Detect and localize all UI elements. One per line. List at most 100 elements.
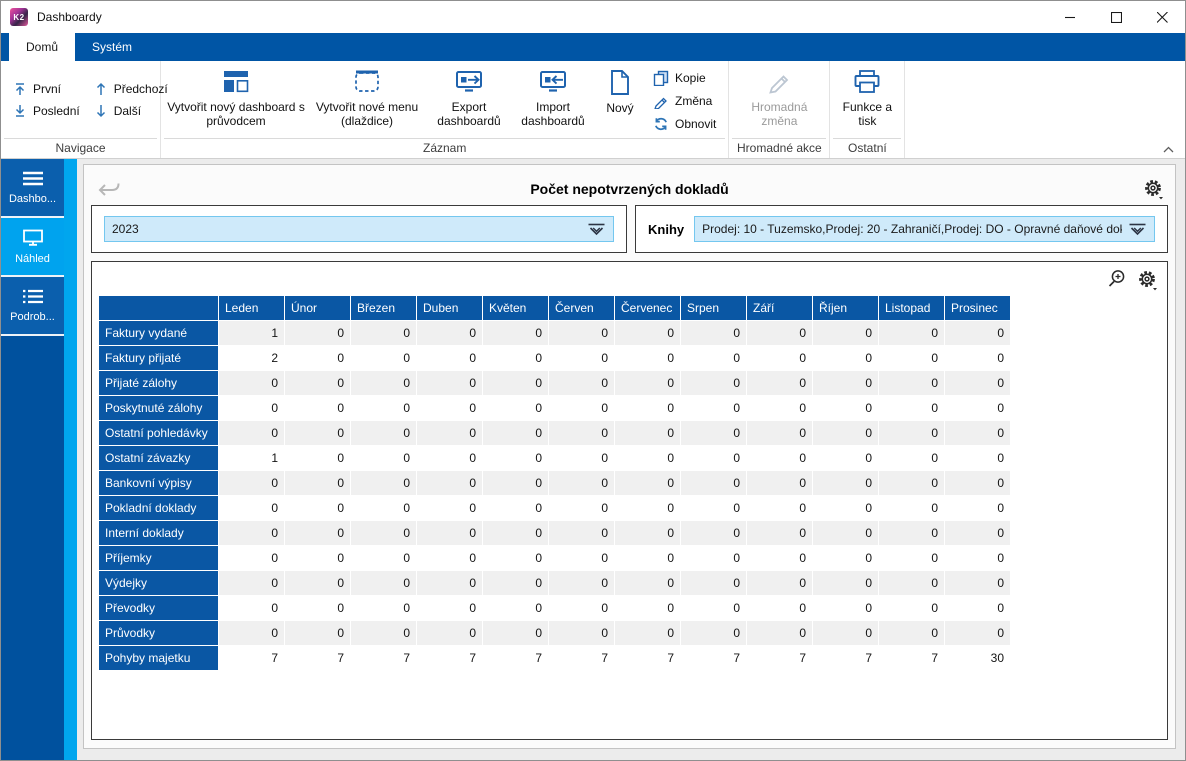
table-cell[interactable]: 0 bbox=[285, 496, 350, 520]
table-cell[interactable]: 0 bbox=[681, 621, 746, 645]
maximize-button[interactable] bbox=[1093, 1, 1139, 33]
table-cell[interactable]: 7 bbox=[747, 646, 812, 670]
table-cell[interactable]: 7 bbox=[879, 646, 944, 670]
table-cell[interactable]: 30 bbox=[945, 646, 1010, 670]
table-cell[interactable]: 0 bbox=[351, 446, 416, 470]
table-cell[interactable]: 0 bbox=[351, 571, 416, 595]
table-cell[interactable]: 0 bbox=[285, 471, 350, 495]
table-cell[interactable]: 0 bbox=[879, 596, 944, 620]
table-cell[interactable]: 0 bbox=[285, 521, 350, 545]
table-cell[interactable]: 0 bbox=[219, 571, 284, 595]
table-cell[interactable]: 0 bbox=[285, 621, 350, 645]
table-cell[interactable]: 0 bbox=[351, 521, 416, 545]
table-cell[interactable]: 0 bbox=[549, 496, 614, 520]
table-cell[interactable]: 0 bbox=[351, 621, 416, 645]
table-cell[interactable]: 0 bbox=[417, 596, 482, 620]
table-cell[interactable]: 7 bbox=[813, 646, 878, 670]
table-cell[interactable]: 0 bbox=[681, 396, 746, 420]
table-cell[interactable]: 0 bbox=[483, 371, 548, 395]
table-cell[interactable]: 0 bbox=[681, 571, 746, 595]
table-cell[interactable]: 0 bbox=[615, 396, 680, 420]
close-button[interactable] bbox=[1139, 1, 1185, 33]
table-cell[interactable]: 0 bbox=[747, 496, 812, 520]
table-cell[interactable]: 0 bbox=[615, 421, 680, 445]
table-cell[interactable]: 0 bbox=[483, 446, 548, 470]
table-cell[interactable]: 0 bbox=[549, 521, 614, 545]
table-cell[interactable]: 7 bbox=[681, 646, 746, 670]
table-cell[interactable]: 0 bbox=[747, 571, 812, 595]
table-cell[interactable]: 0 bbox=[417, 496, 482, 520]
table-cell[interactable]: 0 bbox=[549, 546, 614, 570]
table-cell[interactable]: 0 bbox=[549, 421, 614, 445]
table-cell[interactable]: 0 bbox=[483, 321, 548, 345]
year-dropdown[interactable]: 2023 bbox=[104, 216, 614, 242]
table-cell[interactable]: 0 bbox=[285, 346, 350, 370]
table-cell[interactable]: 0 bbox=[351, 596, 416, 620]
table-cell[interactable]: 0 bbox=[813, 496, 878, 520]
table-cell[interactable]: 0 bbox=[219, 496, 284, 520]
table-cell[interactable]: 0 bbox=[285, 371, 350, 395]
table-cell[interactable]: 0 bbox=[549, 471, 614, 495]
table-cell[interactable]: 0 bbox=[945, 496, 1010, 520]
table-cell[interactable]: 0 bbox=[879, 471, 944, 495]
table-cell[interactable]: 2 bbox=[219, 346, 284, 370]
table-cell[interactable]: 1 bbox=[219, 321, 284, 345]
table-cell[interactable]: 0 bbox=[615, 446, 680, 470]
table-cell[interactable]: 0 bbox=[483, 471, 548, 495]
table-cell[interactable]: 0 bbox=[351, 546, 416, 570]
table-cell[interactable]: 7 bbox=[351, 646, 416, 670]
change-button[interactable]: Změna bbox=[653, 93, 716, 109]
table-cell[interactable]: 0 bbox=[747, 396, 812, 420]
table-cell[interactable]: 0 bbox=[945, 571, 1010, 595]
back-button[interactable] bbox=[96, 179, 122, 199]
ribbon-collapse-button[interactable] bbox=[1163, 146, 1174, 153]
sidebar-item-dashboardy[interactable]: Dashbo... bbox=[1, 159, 64, 218]
table-cell[interactable]: 0 bbox=[813, 346, 878, 370]
table-cell[interactable]: 0 bbox=[681, 546, 746, 570]
table-cell[interactable]: 0 bbox=[681, 521, 746, 545]
table-settings-button[interactable] bbox=[1137, 269, 1159, 291]
table-cell[interactable]: 0 bbox=[945, 321, 1010, 345]
table-cell[interactable]: 0 bbox=[945, 446, 1010, 470]
table-cell[interactable]: 0 bbox=[681, 446, 746, 470]
table-cell[interactable]: 0 bbox=[813, 546, 878, 570]
last-button[interactable]: Poslední bbox=[13, 104, 80, 118]
table-cell[interactable]: 0 bbox=[219, 471, 284, 495]
table-cell[interactable]: 0 bbox=[285, 596, 350, 620]
table-cell[interactable]: 1 bbox=[219, 446, 284, 470]
table-cell[interactable]: 0 bbox=[417, 396, 482, 420]
table-cell[interactable]: 0 bbox=[219, 621, 284, 645]
table-cell[interactable]: 0 bbox=[681, 596, 746, 620]
table-cell[interactable]: 7 bbox=[615, 646, 680, 670]
table-cell[interactable]: 0 bbox=[285, 321, 350, 345]
table-cell[interactable]: 0 bbox=[945, 471, 1010, 495]
table-cell[interactable]: 0 bbox=[417, 371, 482, 395]
table-cell[interactable]: 0 bbox=[879, 446, 944, 470]
table-cell[interactable]: 0 bbox=[615, 571, 680, 595]
table-cell[interactable]: 0 bbox=[681, 371, 746, 395]
table-cell[interactable]: 0 bbox=[747, 471, 812, 495]
table-cell[interactable]: 0 bbox=[285, 546, 350, 570]
table-cell[interactable]: 0 bbox=[813, 621, 878, 645]
table-cell[interactable]: 0 bbox=[285, 396, 350, 420]
table-cell[interactable]: 7 bbox=[219, 646, 284, 670]
table-cell[interactable]: 0 bbox=[813, 446, 878, 470]
table-cell[interactable]: 0 bbox=[747, 596, 812, 620]
create-dashboard-wizard-button[interactable]: Vytvořit nový dashboard s průvodcem bbox=[165, 64, 307, 138]
table-cell[interactable]: 0 bbox=[813, 321, 878, 345]
next-button[interactable]: Další bbox=[94, 104, 168, 118]
table-cell[interactable]: 0 bbox=[351, 371, 416, 395]
table-cell[interactable]: 0 bbox=[879, 396, 944, 420]
table-cell[interactable]: 0 bbox=[285, 421, 350, 445]
table-cell[interactable]: 0 bbox=[483, 521, 548, 545]
first-button[interactable]: První bbox=[13, 82, 80, 96]
table-cell[interactable]: 0 bbox=[813, 571, 878, 595]
table-cell[interactable]: 0 bbox=[813, 396, 878, 420]
table-cell[interactable]: 0 bbox=[417, 321, 482, 345]
table-cell[interactable]: 0 bbox=[483, 421, 548, 445]
export-dashboards-button[interactable]: Export dashboardů bbox=[427, 64, 511, 138]
table-cell[interactable]: 0 bbox=[483, 546, 548, 570]
table-cell[interactable]: 0 bbox=[615, 346, 680, 370]
table-cell[interactable]: 0 bbox=[813, 596, 878, 620]
table-cell[interactable]: 0 bbox=[879, 371, 944, 395]
